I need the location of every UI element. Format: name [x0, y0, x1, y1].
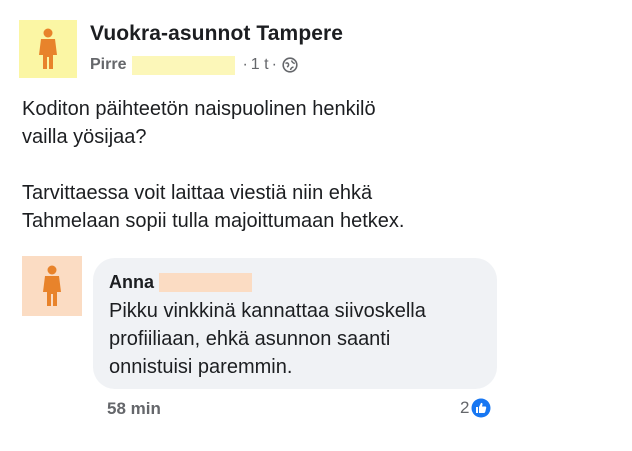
comment-author-avatar[interactable] [22, 256, 82, 316]
post-paragraph: Koditon päihteetön naispuolinen henkilö … [22, 98, 376, 148]
meta-separator: · [242, 56, 248, 73]
facebook-post-screenshot: Vuokra-asunnot Tampere Pirre · 1 t · Kod… [0, 0, 632, 451]
redaction-block [132, 55, 236, 75]
post-author-avatar[interactable] [19, 20, 77, 78]
post-timestamp[interactable]: 1 t [251, 56, 269, 74]
comment-text: Pikku vinkkinä kannattaa siivoskella pro… [109, 300, 426, 378]
post-body: Koditon päihteetön naispuolinen henkilö … [22, 95, 612, 263]
comment-author-name[interactable]: Anna [109, 272, 154, 293]
post-meta: Pirre · 1 t · [90, 54, 298, 76]
person-icon [39, 28, 57, 69]
comment-author-row: Anna [109, 270, 481, 294]
post-paragraph: Tarvittaessa voit laittaa viestiä niin e… [22, 182, 405, 232]
group-name-link[interactable]: Vuokra-asunnot Tampere [90, 22, 343, 46]
redaction-block [159, 272, 252, 292]
meta-separator: · [271, 56, 277, 73]
post-author-name[interactable]: Pirre [90, 56, 126, 74]
like-icon [471, 398, 491, 418]
reaction-count: 2 [460, 398, 470, 417]
comment-timestamp[interactable]: 58 min [107, 399, 161, 419]
globe-icon [282, 57, 298, 73]
comment-reactions[interactable]: 2 [460, 398, 491, 418]
person-icon [43, 265, 61, 306]
comment-bubble: Anna Pikku vinkkinä kannattaa siivoskell… [93, 258, 497, 389]
